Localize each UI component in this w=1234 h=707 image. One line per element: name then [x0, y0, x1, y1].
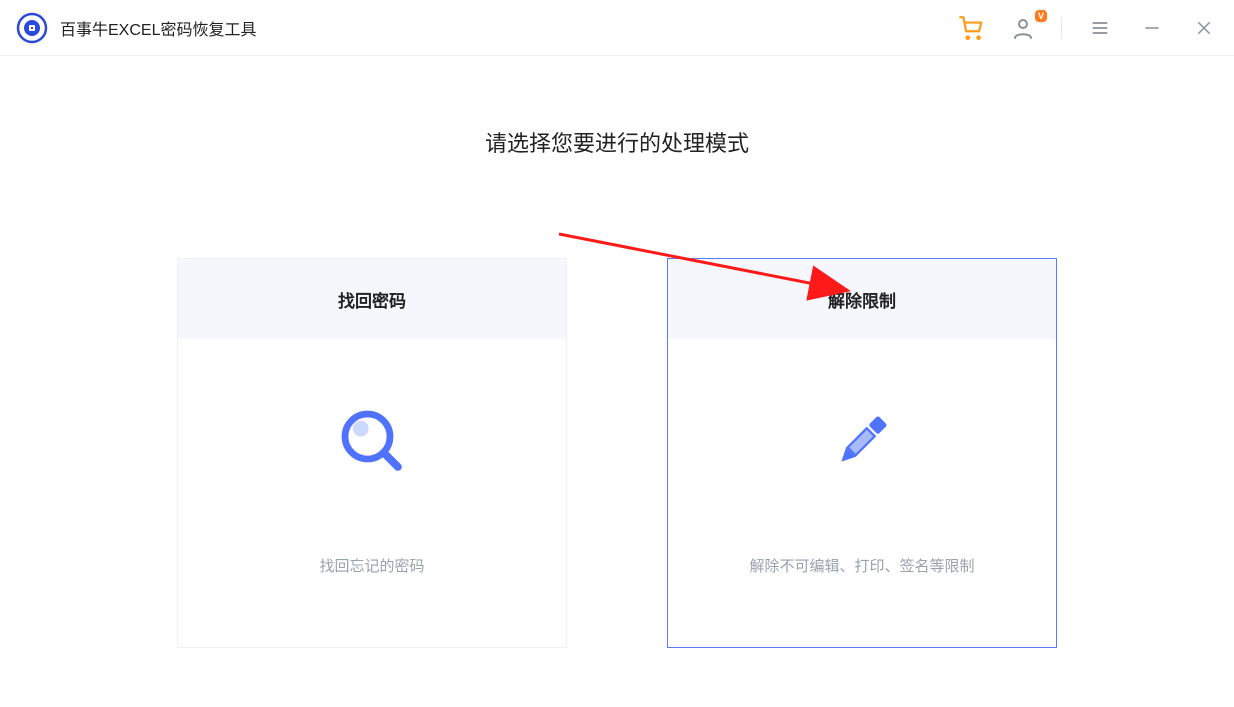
cart-icon[interactable]: [957, 14, 985, 42]
app-logo-icon: [16, 12, 48, 44]
app-header: 百事牛EXCEL密码恢复工具 V: [0, 0, 1234, 56]
header-divider: [1061, 17, 1062, 39]
main-heading: 请选择您要进行的处理模式: [0, 126, 1234, 158]
card-recover-password[interactable]: 找回密码 找回忘记的密码: [177, 258, 567, 648]
app-title: 百事牛EXCEL密码恢复工具: [60, 16, 256, 40]
header-right: V: [957, 14, 1218, 42]
card-remove-restriction[interactable]: 解除限制 解除不可编辑、打印、签名等限制: [667, 258, 1057, 648]
mode-cards: 找回密码 找回忘记的密码 解除限制: [0, 258, 1234, 648]
minimize-button[interactable]: [1138, 14, 1166, 42]
card-icon-area: [178, 339, 566, 547]
magnifier-icon: [336, 405, 408, 482]
user-icon[interactable]: V: [1009, 14, 1037, 42]
menu-icon[interactable]: [1086, 14, 1114, 42]
card-title: 找回密码: [178, 259, 566, 339]
card-description: 解除不可编辑、打印、签名等限制: [668, 547, 1056, 647]
header-left: 百事牛EXCEL密码恢复工具: [16, 12, 256, 44]
card-description: 找回忘记的密码: [178, 547, 566, 647]
card-icon-area: [668, 339, 1056, 547]
main-area: 请选择您要进行的处理模式 找回密码 找回忘记的密码 解除限制: [0, 56, 1234, 648]
card-title: 解除限制: [668, 259, 1056, 339]
pencil-icon: [826, 405, 898, 482]
close-button[interactable]: [1190, 14, 1218, 42]
user-vip-badge: V: [1035, 10, 1047, 22]
